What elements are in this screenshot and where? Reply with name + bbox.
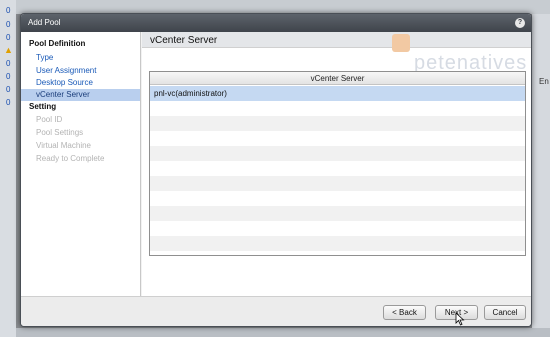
cancel-button[interactable]: Cancel [484, 305, 526, 320]
sidebar-item-desktop-source[interactable]: Desktop Source [21, 77, 140, 89]
table-row[interactable]: pnl-vc(administrator) [150, 86, 525, 101]
table-row-empty [150, 206, 525, 221]
sidebar-item-type[interactable]: Type [21, 52, 140, 64]
background-cell: 0 [6, 72, 11, 81]
background-column-label: En [539, 77, 549, 86]
help-icon[interactable]: ? [515, 18, 525, 28]
dialog-title: Add Pool [28, 18, 61, 27]
vcenter-server-table: vCenter Server pnl-vc(administrator) [149, 71, 526, 256]
table-row-empty [150, 161, 525, 176]
wizard-content: vCenter Server petenatives vCenter Serve… [142, 32, 531, 296]
back-button[interactable]: < Back [383, 305, 426, 320]
background-cell: 0 [6, 85, 11, 94]
background-bottom-bar [16, 328, 550, 337]
warning-icon: ▲ [4, 45, 13, 55]
table-row-empty [150, 131, 525, 146]
background-cell: 0 [6, 98, 11, 107]
sidebar-item-pool-id: Pool ID [36, 115, 63, 124]
mouse-cursor-icon [455, 312, 465, 326]
background-cell: 0 [6, 59, 11, 68]
section-setting: Setting [29, 102, 57, 111]
table-row-empty [150, 116, 525, 131]
sidebar-item-user-assignment[interactable]: User Assignment [21, 65, 140, 77]
table-row-empty [150, 176, 525, 191]
page-title: vCenter Server [150, 35, 218, 46]
sidebar-item-ready-to-complete: Ready to Complete [36, 154, 105, 163]
background-cell: 0 [6, 6, 11, 15]
table-row-empty [150, 221, 525, 236]
table-row-empty [150, 191, 525, 206]
table-row-empty [150, 101, 525, 116]
wizard-steps-sidebar: Pool Definition Type User Assignment Des… [21, 32, 141, 296]
puzzle-icon [392, 34, 410, 52]
table-row-empty [150, 146, 525, 161]
background-cell: 0 [6, 33, 11, 42]
sidebar-item-virtual-machine: Virtual Machine [36, 141, 91, 150]
dialog-titlebar: Add Pool ? [21, 14, 531, 32]
sidebar-item-vcenter-server[interactable]: vCenter Server [21, 89, 140, 101]
background-right-column [532, 14, 550, 337]
table-row-empty [150, 236, 525, 251]
background-top-bar [16, 0, 550, 14]
add-pool-dialog: Add Pool ? Pool Definition Type User Ass… [20, 13, 532, 327]
background-cell: 0 [6, 20, 11, 29]
section-pool-definition: Pool Definition [29, 39, 86, 48]
table-column-header[interactable]: vCenter Server [150, 72, 525, 85]
sidebar-item-pool-settings: Pool Settings [36, 128, 84, 137]
